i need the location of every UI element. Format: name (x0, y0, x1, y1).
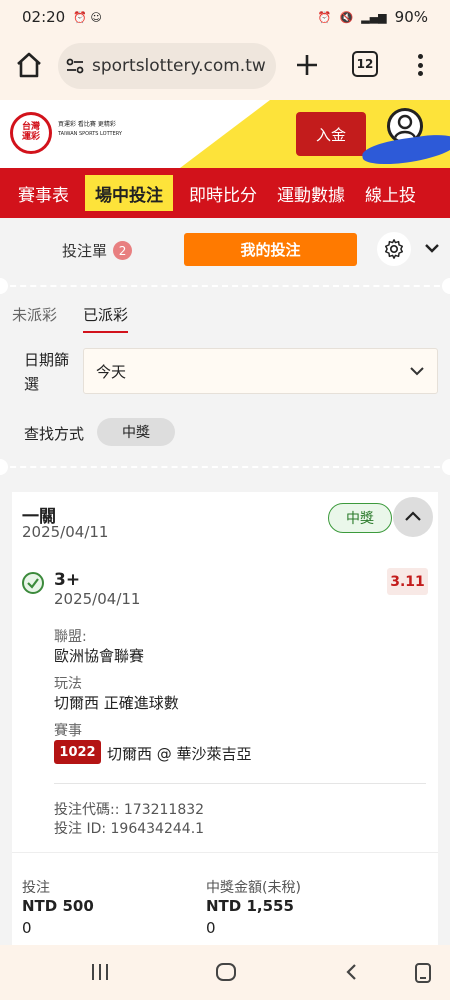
home-icon[interactable] (14, 50, 44, 80)
chevron-down-icon (410, 367, 424, 376)
status-time: 02:20 (22, 8, 66, 26)
main-nav: 賽事表 場中投注 即時比分 運動數據 線上投 (0, 168, 450, 218)
url-bar[interactable]: sportslottery.com.tw (58, 43, 276, 89)
divider-notch (0, 278, 8, 294)
event-label: 賽事 (54, 723, 82, 739)
browser-toolbar: sportslottery.com.tw 12 (0, 34, 450, 100)
settlement-tabs: 未派彩 已派彩 (12, 304, 129, 333)
system-nav-bar (0, 945, 450, 1000)
divider (54, 783, 426, 784)
stake-label: 投注 (22, 880, 50, 896)
league-label: 聯盟: (54, 629, 87, 645)
recent-apps-icon[interactable] (90, 962, 110, 982)
nav-live-betting[interactable]: 場中投注 (85, 175, 173, 211)
odds-badge: 3.11 (387, 568, 428, 595)
nav-sports-data[interactable]: 運動數據 (267, 175, 355, 211)
payout-value: NTD 1,555 (206, 897, 294, 915)
mute-icon: 🔇 (339, 10, 354, 24)
bet-summary: 投注 NTD 500 0 中獎金額(未稅) NTD 1,555 0 (12, 852, 438, 942)
battery-level: 90% (394, 8, 428, 26)
check-icon (22, 572, 44, 594)
tab-unsettled[interactable]: 未派彩 (12, 304, 57, 333)
date-filter-label: 日期篩選 (24, 351, 70, 393)
stake-value: NTD 500 (22, 897, 94, 915)
selection-date: 2025/04/11 (54, 590, 141, 608)
divider-notch (442, 459, 450, 475)
site-header: 台灣 運彩 買運彩 看比賽 更精彩 TAIWAN SPORTS LOTTERY … (0, 100, 450, 168)
slip-count-badge: 2 (113, 241, 133, 260)
divider-notch (442, 278, 450, 294)
market-value: 切爾西 正確進球數 (54, 694, 179, 712)
bet-date: 2025/04/11 (22, 523, 109, 541)
bet-slip-bar: 投注單 2 我的投注 (0, 222, 450, 278)
divider (0, 466, 450, 468)
site-logo[interactable]: 台灣 運彩 (10, 112, 52, 154)
match-id-badge: 1022 (54, 740, 101, 764)
my-bets-button[interactable]: 我的投注 (184, 233, 357, 266)
keyboard-hide-icon[interactable] (414, 962, 432, 984)
market-label: 玩法 (54, 676, 82, 692)
back-icon[interactable] (342, 962, 362, 982)
browser-menu-icon[interactable] (410, 48, 430, 82)
chevron-up-icon (405, 511, 421, 521)
find-method-chip[interactable]: 中獎 (97, 418, 175, 446)
tab-settled[interactable]: 已派彩 (83, 304, 129, 333)
stake-sub: 0 (22, 919, 32, 937)
alarm-icon: ⏰ (317, 10, 332, 24)
selection: 3+ (54, 570, 81, 590)
new-tab-icon[interactable] (292, 50, 322, 80)
nav-schedule[interactable]: 賽事表 (8, 175, 79, 211)
find-method-label: 查找方式 (24, 425, 85, 443)
match-name: 切爾西 @ 華沙萊吉亞 (107, 745, 252, 763)
nav-live-scores[interactable]: 即時比分 (179, 175, 267, 211)
status-badge: 中獎 (328, 503, 392, 533)
signal-icon: ▂▄▆ (361, 10, 387, 24)
divider (0, 285, 450, 287)
bet-panel: 投注單 2 我的投注 未派彩 已派彩 日期篩選 今天 查找方式 中獎 一關 20… (0, 222, 450, 1000)
tab-switcher-button[interactable]: 12 (352, 51, 378, 77)
bet-id: 投注 ID: 196434244.1 (54, 821, 205, 837)
deposit-button[interactable]: 入金 (296, 112, 366, 156)
payout-sub: 0 (206, 919, 216, 937)
date-filter-select[interactable]: 今天 (83, 348, 438, 394)
gear-icon[interactable] (377, 232, 411, 266)
chevron-down-icon[interactable] (424, 240, 440, 256)
url-text: sportslottery.com.tw (92, 56, 266, 76)
status-bar: 02:20 ⏰ ☺ ⏰ 🔇 ▂▄▆ 90% (0, 0, 450, 34)
bet-slip-tab[interactable]: 投注單 2 (62, 240, 133, 261)
site-settings-icon[interactable] (58, 43, 92, 89)
bet-code: 投注代碼:: 173211832 (54, 802, 205, 818)
payout-label: 中獎金額(未稅) (206, 880, 301, 896)
divider-notch (0, 459, 8, 475)
league-value: 歐洲協會聯賽 (54, 647, 145, 665)
status-right: ⏰ 🔇 ▂▄▆ 90% (318, 8, 428, 26)
logo-tagline: 買運彩 看比賽 更精彩 TAIWAN SPORTS LOTTERY (58, 121, 122, 137)
nav-online[interactable]: 線上投 (355, 175, 426, 211)
notification-icons: ⏰ ☺ (73, 10, 102, 24)
home-button-icon[interactable] (215, 962, 237, 982)
collapse-button[interactable] (393, 497, 433, 537)
